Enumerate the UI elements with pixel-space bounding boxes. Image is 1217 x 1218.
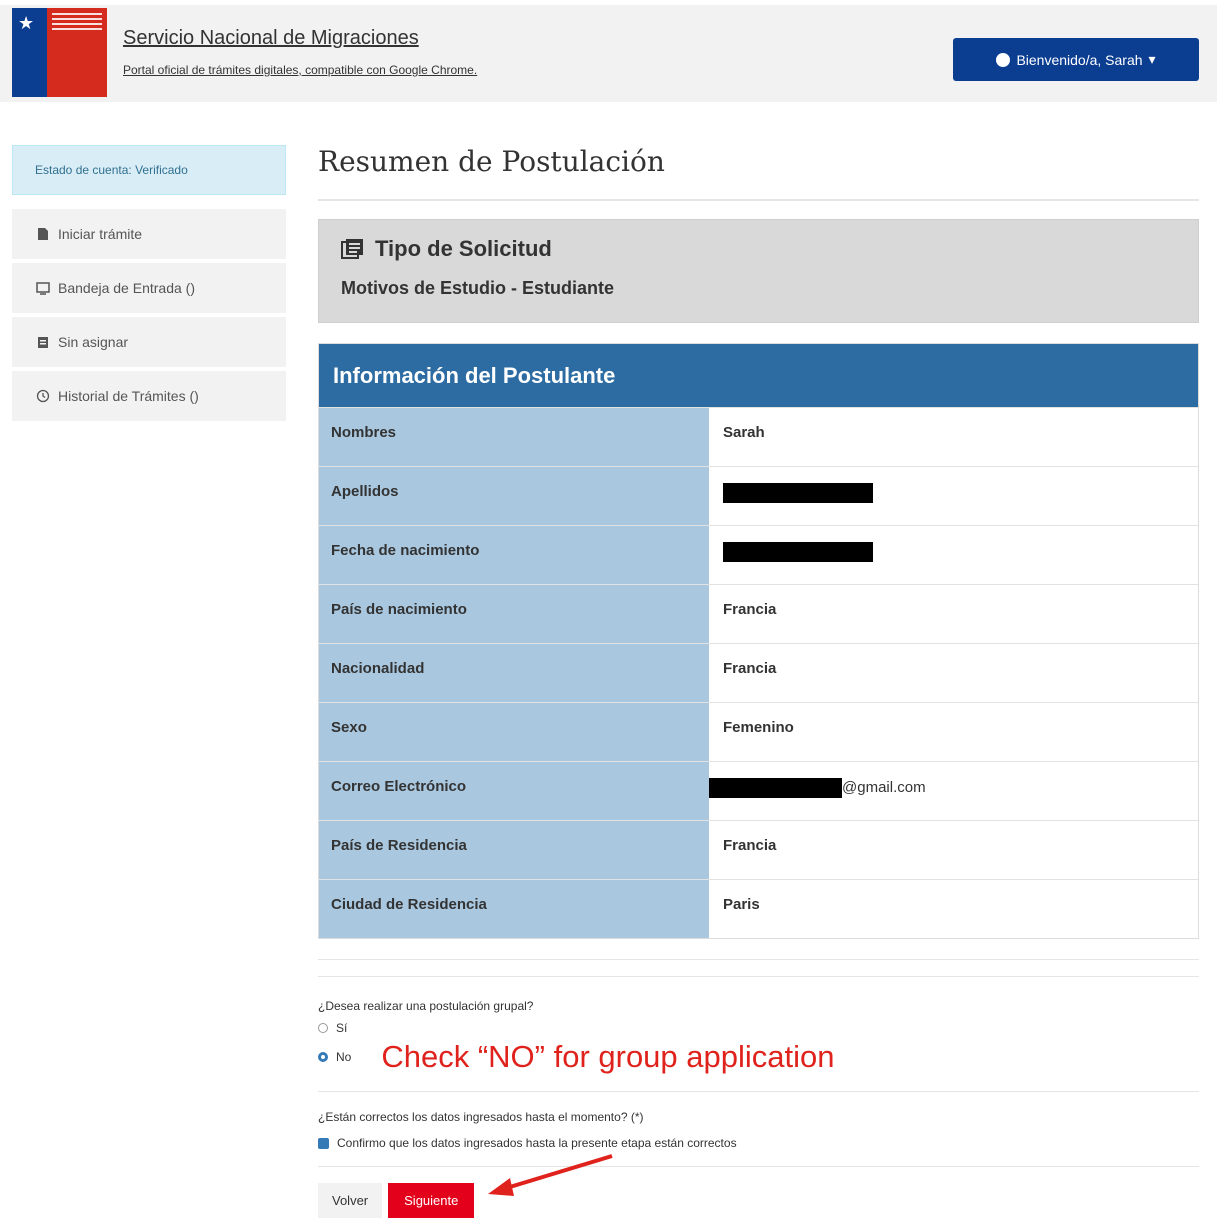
table-row: País de Residencia Francia xyxy=(319,820,1198,879)
user-menu-label: Bienvenido/a, Sarah xyxy=(1016,51,1143,68)
table-row: Apellidos xyxy=(319,466,1198,525)
table-row: Correo Electrónico @gmail.com xyxy=(319,761,1198,820)
sidebar-item-bandeja[interactable]: Bandeja de Entrada () xyxy=(12,263,286,313)
site-title[interactable]: Servicio Nacional de Migraciones xyxy=(123,27,419,50)
caret-down-icon: ▾ xyxy=(1148,51,1156,67)
user-menu-button[interactable]: Bienvenido/a, Sarah ▾ xyxy=(953,38,1199,81)
sidebar-item-sin-asignar[interactable]: Sin asignar xyxy=(12,317,286,367)
row-label: Correo Electrónico xyxy=(319,762,709,820)
government-logo: ★ xyxy=(12,8,107,97)
row-label: Apellidos xyxy=(319,467,709,525)
request-type-panel: Tipo de Solicitud Motivos de Estudio - E… xyxy=(318,219,1199,323)
option-no-label: No xyxy=(336,1050,352,1064)
star-icon: ★ xyxy=(18,13,35,33)
annotation-arrow-icon xyxy=(488,1154,613,1196)
annotation-text: Check “NO” for group application xyxy=(381,1039,835,1074)
divider xyxy=(318,976,1199,977)
confirm-label: Confirmo que los datos ingresados hasta … xyxy=(337,1136,737,1150)
document-list-icon xyxy=(341,239,363,259)
table-row: Nombres Sarah xyxy=(319,407,1198,466)
table-row: País de nacimiento Francia xyxy=(319,584,1198,643)
redaction-bar xyxy=(723,542,873,562)
radio-no[interactable] xyxy=(318,1052,328,1062)
main-content: Resumen de Postulación Tipo de Solicitud… xyxy=(318,140,1199,1218)
confirm-checkbox[interactable] xyxy=(318,1137,329,1149)
history-icon xyxy=(36,389,50,403)
table-row: Ciudad de Residencia Paris xyxy=(319,879,1198,938)
row-value xyxy=(709,467,1198,525)
row-value: Paris xyxy=(709,880,1198,938)
row-value: Francia xyxy=(709,585,1198,643)
confirm-question: ¿Están correctos los datos ingresados ha… xyxy=(318,1110,644,1124)
sidebar-item-label: Iniciar trámite xyxy=(58,226,143,242)
clipboard-icon xyxy=(38,337,48,348)
row-label: Nacionalidad xyxy=(319,644,709,702)
row-value: Femenino xyxy=(709,703,1198,761)
table-row: Fecha de nacimiento xyxy=(319,525,1198,584)
site-header: ★ Servicio Nacional de Migraciones Porta… xyxy=(0,5,1217,102)
redaction-bar xyxy=(723,483,873,503)
file-icon xyxy=(38,228,48,240)
sidebar-item-label: Sin asignar xyxy=(58,334,129,350)
row-value: Francia xyxy=(709,644,1198,702)
row-label: Sexo xyxy=(319,703,709,761)
applicant-info-heading: Información del Postulante xyxy=(319,344,1198,407)
globe-icon xyxy=(996,52,1011,67)
divider xyxy=(318,1091,1199,1092)
next-button[interactable]: Siguiente xyxy=(388,1183,475,1218)
site-subtitle[interactable]: Portal oficial de trámites digitales, co… xyxy=(123,63,477,77)
request-type-value: Motivos de Estudio - Estudiante xyxy=(341,278,615,298)
redaction-bar xyxy=(709,778,842,798)
option-yes-label: Sí xyxy=(336,1021,348,1035)
sidebar-item-iniciar-tramite[interactable]: Iniciar trámite xyxy=(12,209,286,259)
request-type-heading: Tipo de Solicitud xyxy=(375,236,552,261)
radio-yes[interactable] xyxy=(318,1023,328,1033)
back-button[interactable]: Volver xyxy=(318,1183,383,1218)
sidebar-item-label: Historial de Trámites () xyxy=(58,388,199,404)
sidebar-item-label: Bandeja de Entrada () xyxy=(58,280,195,296)
table-row: Nacionalidad Francia xyxy=(319,643,1198,702)
row-label: País de Residencia xyxy=(319,821,709,879)
inbox-icon xyxy=(36,282,50,295)
row-label: Ciudad de Residencia xyxy=(319,880,709,938)
account-status: Estado de cuenta: Verificado xyxy=(12,145,286,195)
option-no[interactable]: No Check “NO” for group application xyxy=(318,1039,1199,1075)
row-value xyxy=(709,526,1198,584)
group-application-question: ¿Desea realizar una postulación grupal? xyxy=(318,999,534,1013)
row-value: Sarah xyxy=(709,408,1198,466)
option-yes[interactable]: Sí xyxy=(318,1021,1199,1035)
table-row: Sexo Femenino xyxy=(319,702,1198,761)
row-value: Francia xyxy=(709,821,1198,879)
row-label: Nombres xyxy=(319,408,709,466)
form-buttons: Volver Siguiente xyxy=(318,1183,1199,1218)
confirm-checkbox-row[interactable]: Confirmo que los datos ingresados hasta … xyxy=(318,1136,1199,1150)
applicant-info-table: Información del Postulante Nombres Sarah… xyxy=(318,343,1199,939)
email-suffix: @gmail.com xyxy=(842,778,926,796)
row-label: País de nacimiento xyxy=(319,585,709,643)
divider xyxy=(318,959,1199,960)
sidebar: Estado de cuenta: Verificado Iniciar trá… xyxy=(12,145,286,421)
page-title: Resumen de Postulación xyxy=(318,145,1199,201)
row-label: Fecha de nacimiento xyxy=(319,526,709,584)
sidebar-item-historial[interactable]: Historial de Trámites () xyxy=(12,371,286,421)
divider xyxy=(318,1166,1199,1167)
row-value: @gmail.com xyxy=(709,762,1198,820)
